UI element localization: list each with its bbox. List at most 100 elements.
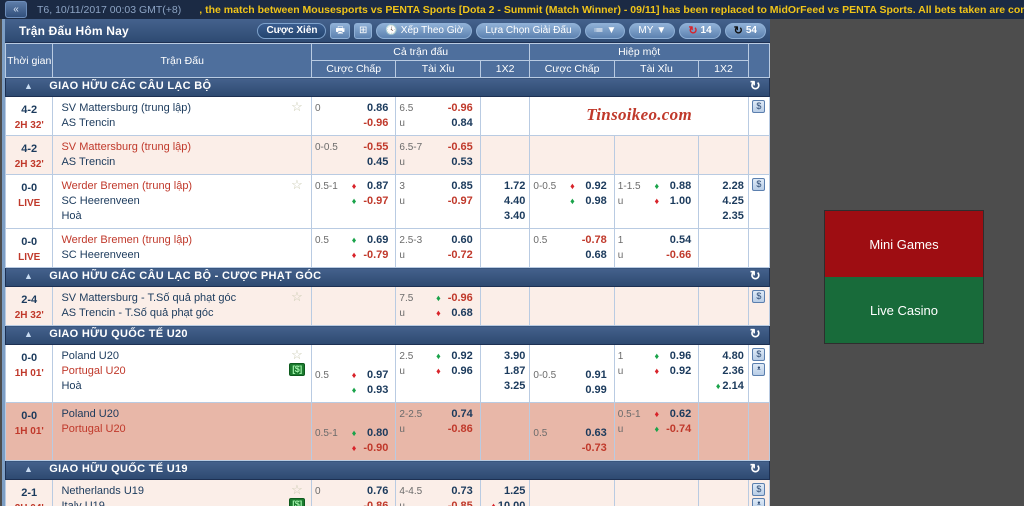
ft-over-under-cell[interactable]: 3 0.85 u -0.97 — [395, 174, 481, 229]
match-teams-cell[interactable]: SV Mattersburg (trung lập) AS Trencin — [52, 135, 312, 175]
odds-value[interactable]: 0.96 — [662, 349, 694, 364]
odds-value[interactable]: 0.54 — [662, 233, 694, 248]
fh-over-under-cell[interactable]: 0.5-1 ♦ 0.62 u ♦ -0.74 — [613, 402, 700, 461]
home-team[interactable]: Poland U20 — [61, 349, 309, 364]
league-section-header[interactable]: ▲ GIAO HỮU CÁC CÂU LẠC BỘ - CƯỢC PHẠT GÓC… — [5, 267, 770, 287]
odds-value[interactable]: 0.68 — [443, 306, 475, 321]
odds-value[interactable]: 0.92 — [662, 364, 694, 379]
ft-handicap-cell[interactable]: 0.5-1 ♦ 0.80 ♦ -0.90 — [310, 402, 397, 461]
away-team[interactable]: Italy U19 — [61, 499, 309, 506]
table-row[interactable]: 2-4 2H 32' SV Mattersburg - T.Số quả phạt … — [5, 286, 770, 326]
parlay-button[interactable]: Cược Xiên — [257, 22, 327, 39]
home-team[interactable]: SV Mattersburg (trung lập) — [61, 101, 309, 116]
match-teams-cell[interactable]: Poland U20 Portugal U20 Hoà ☆ [$] — [52, 344, 312, 403]
fh-over-under-cell[interactable]: 1 ♦ 0.96 u ♦ 0.92 — [613, 344, 700, 403]
odds-value[interactable]: 0.97 — [359, 368, 391, 383]
cashout-money-icon[interactable]: [$] — [289, 498, 305, 506]
ft-over-under-cell[interactable]: 2-2.5 0.74 u -0.86 — [395, 402, 481, 461]
table-row[interactable]: 0-0 LIVE Werder Bremen (trung lập) SC Heere… — [5, 174, 770, 229]
ft-over-under-cell[interactable]: 2.5-3 0.60 u -0.72 — [395, 228, 481, 268]
table-row[interactable]: 0-0 LIVE Werder Bremen (trung lập) SC Heere… — [5, 228, 770, 268]
league-section-header[interactable]: ▲ GIAO HỮU QUỐC TẾ U20 ↻ — [5, 325, 770, 345]
odds-value[interactable]: 0.74 — [443, 407, 475, 422]
ft-handicap-cell[interactable]: 0 0.86 -0.96 — [310, 96, 397, 136]
draw-label[interactable]: Hoà — [61, 379, 309, 394]
odds-value[interactable]: 0.84 — [443, 116, 475, 131]
ft-over-under-cell[interactable]: 7.5 ♦ -0.96 u ♦ 0.68 — [395, 286, 481, 326]
ft-1x2-cell[interactable]: 1.72 4.40 3.40 — [479, 174, 531, 229]
fh-over-under-cell[interactable]: 1 0.54 u -0.66 — [613, 228, 700, 268]
odds-value[interactable]: -0.85 — [443, 499, 475, 506]
odds-value[interactable]: 3.90 — [483, 349, 525, 364]
odds-value[interactable]: 0.69 — [359, 233, 391, 248]
ft-1x2-cell[interactable]: 1.25♦10.004.50 — [479, 479, 531, 506]
odds-value[interactable]: 4.25 — [701, 194, 743, 209]
odds-value[interactable]: 0.85 — [443, 179, 475, 194]
refresh-icon[interactable]: ↻ — [750, 461, 761, 477]
odds-format-dropdown[interactable]: MY ▼ — [629, 22, 676, 39]
bet-slip-icon[interactable]: $ — [752, 178, 766, 191]
total-count-badge[interactable]: ↻ 54 — [724, 22, 766, 39]
stats-icon[interactable]: ᵜ — [752, 363, 766, 376]
refresh-icon[interactable]: ↻ — [750, 78, 761, 94]
match-teams-cell[interactable]: Netherlands U19Italy U19Hoà☆[$] — [52, 479, 312, 506]
ft-over-under-cell[interactable]: 4-4.5 0.73 u -0.85 — [395, 479, 481, 506]
cashout-money-icon[interactable]: [$] — [289, 363, 305, 376]
odds-value[interactable]: 0.87 — [359, 179, 391, 194]
collapse-caret-icon[interactable]: ▲ — [24, 329, 33, 339]
odds-value[interactable]: -0.97 — [359, 194, 391, 209]
odds-value[interactable]: 1.87 — [483, 364, 525, 379]
home-team[interactable]: Poland U20 — [61, 407, 309, 422]
away-team[interactable]: AS Trencin — [61, 116, 309, 131]
odds-value[interactable]: -0.96 — [443, 291, 475, 306]
select-league-button[interactable]: Lựa Chọn Giải Đấu — [476, 22, 581, 39]
match-teams-cell[interactable]: Poland U20 Portugal U20 — [52, 402, 312, 461]
odds-value[interactable]: 2.28 — [701, 179, 743, 194]
ft-over-under-cell[interactable]: 6.5 -0.96 u 0.84 — [395, 96, 481, 136]
print-icon[interactable]: 🖶 — [330, 22, 350, 39]
match-teams-cell[interactable]: SV Mattersburg (trung lập) AS Trencin ☆ — [52, 96, 312, 136]
odds-value[interactable]: 0.98 — [577, 194, 609, 209]
match-teams-cell[interactable]: Werder Bremen (trung lập) SC Heerenveen Ho… — [52, 174, 312, 229]
away-team[interactable]: SC Heerenveen — [61, 248, 309, 263]
favorite-star-icon[interactable]: ☆ — [287, 483, 307, 496]
refresh-icon[interactable]: ↻ — [750, 326, 761, 342]
odds-value[interactable]: 0.45 — [359, 155, 391, 170]
fh-over-under-cell[interactable]: 1-1.5 ♦ 0.88 u ♦ 1.00 — [613, 174, 700, 229]
home-team[interactable]: Werder Bremen (trung lập) — [61, 233, 309, 248]
odds-value[interactable]: 0.53 — [443, 155, 475, 170]
fh-handicap-cell[interactable]: 0-0.5 0.91 0.99 — [529, 344, 615, 403]
odds-value[interactable]: 2.35 — [701, 209, 743, 224]
sort-by-time-button[interactable]: 🕓 Xếp Theo Giờ — [376, 22, 473, 39]
home-team[interactable]: Netherlands U19 — [61, 484, 309, 499]
odds-value[interactable]: 3.25 — [483, 379, 525, 394]
match-teams-cell[interactable]: Werder Bremen (trung lập) SC Heerenveen — [52, 228, 312, 268]
favorite-star-icon[interactable]: ☆ — [287, 178, 307, 191]
ft-handicap-cell[interactable]: 0.5 ♦ 0.69 ♦ -0.79 — [310, 228, 397, 268]
bet-slip-icon[interactable]: $ — [752, 290, 766, 303]
odds-value[interactable]: 1.25 — [483, 484, 525, 499]
table-row[interactable]: 2-12H 04'Netherlands U19Italy U19Hoà☆[$]… — [5, 479, 770, 506]
odds-value[interactable]: 4.80 — [701, 349, 743, 364]
favorite-star-icon[interactable]: ☆ — [287, 348, 307, 361]
odds-value[interactable]: -0.65 — [443, 140, 475, 155]
away-team[interactable]: SC Heerenveen — [61, 194, 309, 209]
ft-handicap-cell[interactable]: 0 0.76 -0.86 — [310, 479, 397, 506]
ft-handicap-cell[interactable]: 0.5 ♦ 0.97 ♦ 0.93 — [310, 344, 397, 403]
refresh-icon[interactable]: ↻ — [750, 268, 761, 284]
away-team[interactable]: AS Trencin — [61, 155, 309, 170]
live-count-badge[interactable]: ↻ 14 — [679, 22, 721, 39]
odds-value[interactable]: 0.91 — [577, 368, 609, 383]
odds-value[interactable]: -0.73 — [577, 441, 609, 456]
home-team[interactable]: Werder Bremen (trung lập) — [61, 179, 309, 194]
table-row[interactable]: 0-0 1H 01' Poland U20 Portugal U20 Hoà ☆ [$] 0.… — [5, 344, 770, 403]
view-mode-dropdown[interactable]: ≔ ▼ — [584, 22, 626, 39]
odds-value[interactable]: 0.63 — [577, 426, 609, 441]
odds-value[interactable]: 0.73 — [443, 484, 475, 499]
favorite-star-icon[interactable]: ☆ — [287, 100, 307, 113]
odds-value[interactable]: -0.86 — [443, 422, 475, 437]
ft-handicap-cell[interactable]: 0.5-1 ♦ 0.87 ♦ -0.97 — [310, 174, 397, 229]
away-team[interactable]: Portugal U20 — [61, 422, 309, 437]
odds-value[interactable]: 0.68 — [577, 248, 609, 263]
table-row[interactable]: 4-2 2H 32' SV Mattersburg (trung lập) AS Tr… — [5, 135, 770, 175]
